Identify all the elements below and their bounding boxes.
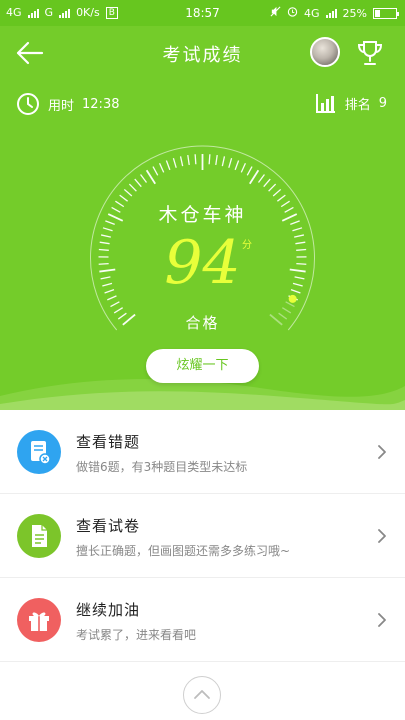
list-item-title: 查看错题: [76, 433, 141, 451]
score-value: 94: [164, 228, 241, 298]
status-right: 4G 25%: [270, 6, 399, 20]
time-used: 用时 12:38: [16, 92, 119, 116]
list-item-title: 继续加油: [76, 601, 141, 619]
signal-icon-3: [325, 8, 337, 18]
keep-going-icon-circle: [17, 598, 61, 642]
alarm-icon: [287, 6, 298, 20]
gauge-tick: [268, 183, 277, 192]
gauge-tick: [165, 160, 171, 171]
gauge-tick: [145, 169, 156, 185]
gauge-tick: [246, 166, 253, 176]
gauge-tick: [187, 154, 190, 166]
result-header: 考试成绩 用时 12:38 排名 9 木仓车神 94 分 合格 炫耀一下: [0, 26, 405, 410]
note-error-icon: [31, 441, 51, 465]
list-item-subtitle: 做错6题，有3种题目类型未达标: [76, 460, 248, 474]
gauge-tick: [134, 178, 142, 188]
chevron-up-icon: [194, 690, 210, 699]
gauge-tick: [272, 188, 282, 197]
page-title: 考试成绩: [162, 45, 243, 66]
list-item-subtitle: 考试累了，进来看看吧: [76, 628, 197, 642]
gauge-tick: [249, 169, 260, 185]
gift-icon: [29, 612, 49, 631]
gauge-tick: [208, 154, 211, 165]
list-item-subtitle: 擅长正确题，但画图题还需多多练习哦~: [76, 544, 291, 558]
list-item-view-paper[interactable]: 查看试卷 擅长正确题，但画图题还需多多练习哦~: [0, 494, 405, 578]
time-value: 12:38: [82, 96, 120, 112]
gauge-tick: [123, 188, 133, 197]
wrong-questions-icon-circle: [17, 430, 61, 474]
network-type-3: 4G: [304, 6, 320, 20]
battery-percent: 25%: [342, 6, 367, 20]
time-label: 用时: [48, 98, 75, 114]
gauge-tick: [221, 156, 226, 167]
list-item-keep-going[interactable]: 继续加油 考试累了，进来看看吧: [0, 578, 405, 662]
status-bar: 4G G 0K/s B 18:57 4G 25%: [0, 0, 405, 26]
battery-icon: [373, 7, 399, 19]
info-row: 用时 12:38 排名 9: [0, 92, 405, 120]
bar-chart-icon: [315, 94, 335, 113]
gauge-tick: [257, 174, 265, 183]
gauge-tick: [234, 160, 240, 171]
gauge-tick: [128, 183, 137, 192]
gauge-tick: [110, 301, 120, 308]
gauge-tick: [263, 178, 271, 188]
pass-verdict: 合格: [185, 314, 220, 332]
rank[interactable]: 排名 9: [315, 92, 387, 114]
gauge-tick: [140, 174, 148, 183]
gauge-tick: [240, 163, 247, 173]
score-unit: 分: [242, 240, 252, 251]
show-off-button[interactable]: 炫耀一下: [146, 349, 259, 383]
rank-value: 9: [378, 95, 387, 111]
trophy-button[interactable]: [355, 38, 385, 68]
list-item-title: 查看试卷: [76, 517, 141, 535]
scroll-up-button[interactable]: [183, 676, 221, 714]
gauge-tick: [215, 154, 218, 166]
gauge-tick: [158, 163, 165, 173]
mute-icon: [270, 6, 281, 20]
chevron-right-icon: [378, 529, 386, 543]
rank-label: 排名: [344, 97, 371, 113]
gauge-tick: [172, 157, 177, 168]
document-icon: [32, 525, 47, 547]
gauge-tick: [152, 166, 159, 176]
chevron-right-icon: [378, 613, 386, 627]
clock-icon: [17, 93, 39, 115]
avatar[interactable]: [310, 37, 340, 67]
list-item-wrong-questions[interactable]: 查看错题 做错6题，有3种题目类型未达标: [0, 410, 405, 494]
battery-fill: [375, 9, 380, 17]
gauge-tick: [228, 157, 233, 168]
trophy-icon: [357, 41, 383, 65]
view-paper-icon-circle: [17, 514, 61, 558]
nickname: 木仓车神: [158, 204, 247, 226]
top-bar: 考试成绩: [0, 26, 405, 80]
gauge-tick: [194, 154, 197, 165]
action-list: 查看错题 做错6题，有3种题目类型未达标 查看试卷 擅长正确题，但画图题还需多多…: [0, 410, 405, 662]
gauge-tick: [179, 156, 184, 167]
chevron-right-icon: [378, 445, 386, 459]
